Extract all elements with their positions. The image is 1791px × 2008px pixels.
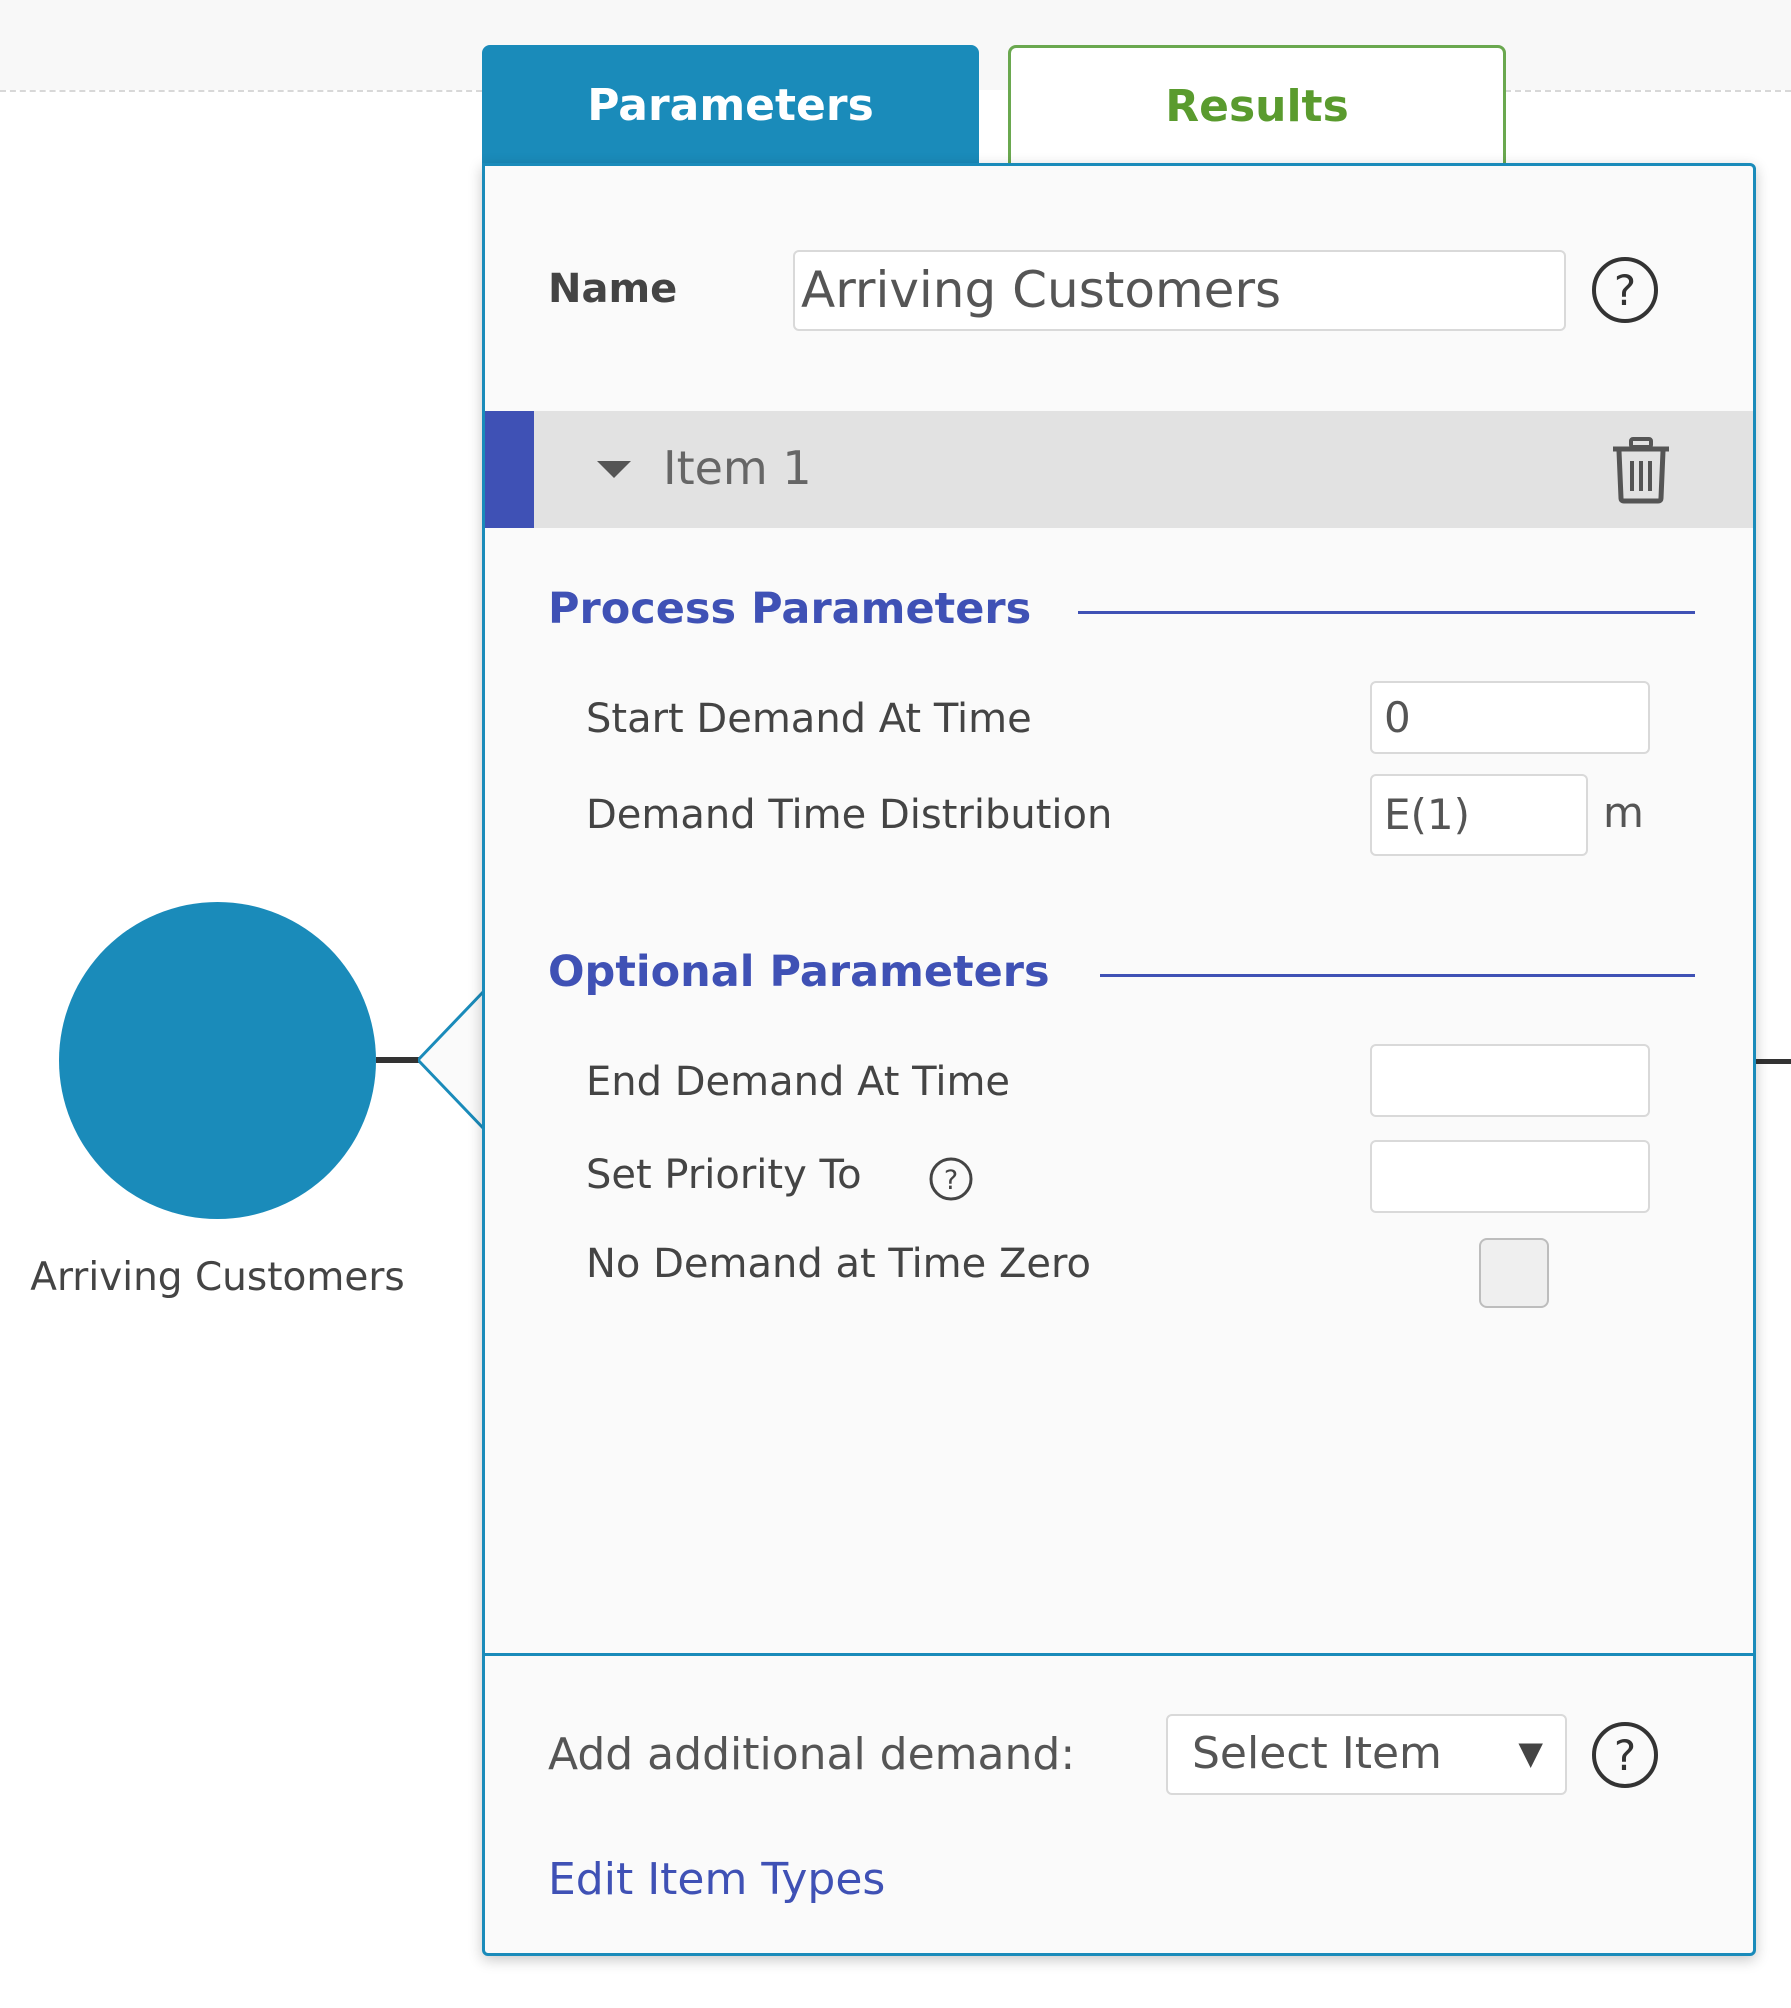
- no-demand-checkbox[interactable]: [1479, 1238, 1549, 1308]
- help-icon[interactable]: ?: [1590, 255, 1660, 325]
- no-demand-label: No Demand at Time Zero: [586, 1241, 1092, 1287]
- item-accent-bar: [485, 411, 534, 528]
- svg-text:?: ?: [1614, 266, 1636, 315]
- help-icon[interactable]: ?: [928, 1156, 974, 1202]
- set-priority-input[interactable]: [1370, 1140, 1650, 1213]
- distribution-unit: m: [1603, 788, 1644, 837]
- caret-down-icon[interactable]: [597, 461, 631, 478]
- name-input[interactable]: Arriving Customers: [793, 250, 1566, 331]
- demand-distribution-label: Demand Time Distribution: [586, 792, 1113, 838]
- footer-divider: [485, 1653, 1753, 1656]
- process-parameters-heading: Process Parameters: [548, 584, 1032, 634]
- svg-text:?: ?: [944, 1165, 958, 1196]
- canvas-dashed-divider: [0, 90, 482, 92]
- outgoing-connector-line: [1756, 1059, 1791, 1064]
- section-divider: [1078, 611, 1695, 614]
- start-demand-input[interactable]: 0: [1370, 681, 1650, 754]
- process-node-circle[interactable]: [59, 902, 376, 1219]
- item-header[interactable]: Item 1: [485, 411, 1753, 528]
- item-title: Item 1: [663, 441, 812, 495]
- canvas-dashed-divider: [1505, 90, 1791, 92]
- item-type-select[interactable]: Select Item ▼: [1166, 1714, 1567, 1795]
- start-demand-label: Start Demand At Time: [586, 696, 1032, 742]
- select-value: Select Item: [1192, 1728, 1442, 1779]
- node-connector-line: [376, 1057, 424, 1063]
- process-node-label: Arriving Customers: [30, 1255, 405, 1300]
- optional-parameters-heading: Optional Parameters: [548, 947, 1050, 997]
- trash-icon[interactable]: [1610, 436, 1672, 504]
- dropdown-arrow-icon: ▼: [1518, 1734, 1543, 1772]
- demand-distribution-input[interactable]: E(1): [1370, 774, 1588, 856]
- svg-text:?: ?: [1614, 1731, 1636, 1780]
- name-label: Name: [548, 266, 678, 312]
- add-demand-label: Add additional demand:: [548, 1729, 1076, 1780]
- parameters-panel: Name Arriving Customers ? Item 1 Process…: [482, 163, 1756, 1956]
- panel-pointer: [418, 990, 487, 1130]
- set-priority-label: Set Priority To: [586, 1152, 862, 1198]
- edit-item-types-link[interactable]: Edit Item Types: [548, 1854, 885, 1905]
- end-demand-input[interactable]: [1370, 1044, 1650, 1117]
- tab-results[interactable]: Results: [1008, 45, 1506, 165]
- help-icon[interactable]: ?: [1590, 1720, 1660, 1790]
- tab-parameters[interactable]: Parameters: [482, 45, 979, 165]
- section-divider: [1100, 974, 1695, 977]
- end-demand-label: End Demand At Time: [586, 1059, 1011, 1105]
